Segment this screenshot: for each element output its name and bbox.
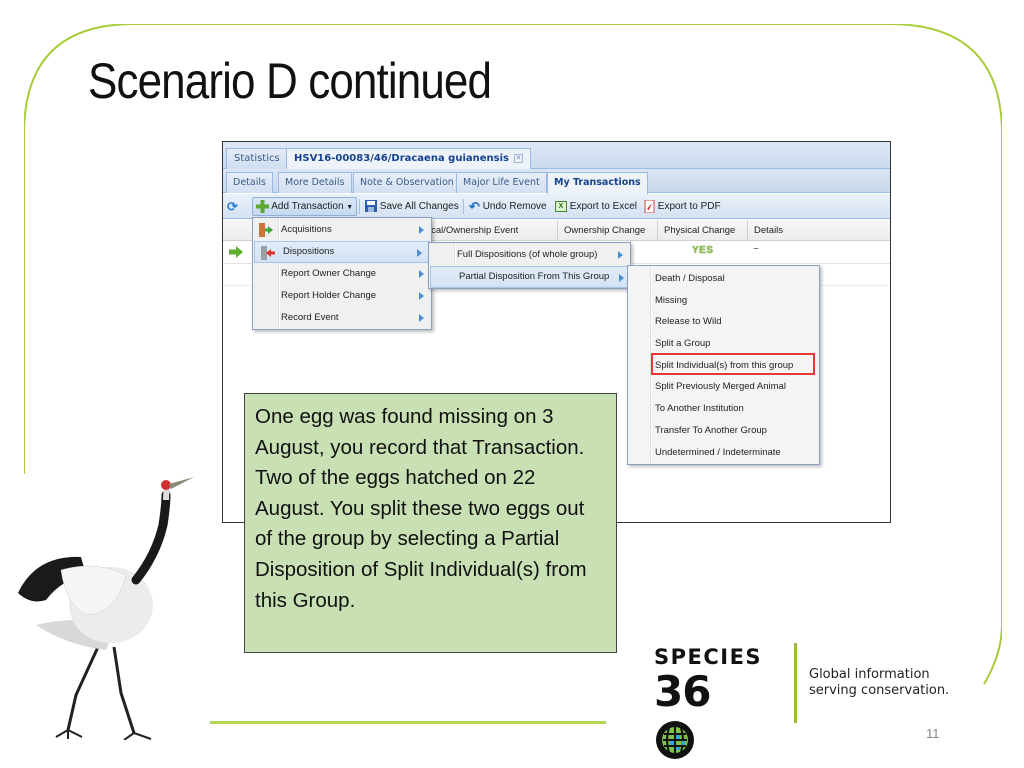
add-transaction-menu: Acquisitions Dispositions Report Owner C… xyxy=(252,217,432,330)
disposition-door-icon xyxy=(260,246,275,260)
top-tab-bar: Statistics HSV16-00083/46/Dracaena guian… xyxy=(223,142,890,170)
menu-item-to-another-institution[interactable]: To Another Institution xyxy=(628,398,819,420)
menu-item-split-previously-merged[interactable]: Split Previously Merged Animal xyxy=(628,376,819,398)
save-all-changes-label: Save All Changes xyxy=(379,201,459,212)
submenu-arrow-icon xyxy=(618,251,623,259)
menu-item-acquisitions[interactable]: Acquisitions xyxy=(253,219,431,241)
add-transaction-button[interactable]: Add Transaction ▼ xyxy=(252,197,358,216)
submenu-arrow-icon xyxy=(419,314,424,322)
undo-remove-button[interactable]: ↶ Undo Remove xyxy=(469,198,547,215)
logo-number: 36 xyxy=(654,667,711,716)
menu-item-report-holder-change[interactable]: Report Holder Change xyxy=(253,285,431,307)
chevron-down-icon: ▼ xyxy=(346,204,354,211)
toolbar-separator xyxy=(359,199,360,214)
logo-360: 36 xyxy=(654,667,711,767)
menu-item-label: Record Event xyxy=(281,312,339,323)
menu-item-missing[interactable]: Missing xyxy=(628,290,819,312)
menu-item-report-owner-change[interactable]: Report Owner Change xyxy=(253,263,431,285)
menu-item-label: Acquisitions xyxy=(281,224,332,235)
logo-wordmark: SPECIES xyxy=(654,645,763,669)
export-pdf-button[interactable]: Export to PDF xyxy=(644,198,721,215)
column-header-physical-change[interactable]: Physical Change xyxy=(657,220,747,241)
refresh-icon: ⟳ xyxy=(227,199,238,214)
menu-item-label: Partial Disposition From This Group xyxy=(459,271,610,282)
column-header-ownership-change[interactable]: Ownership Change xyxy=(557,220,657,241)
tab-major-life-event[interactable]: Major Life Event xyxy=(456,172,547,193)
save-icon xyxy=(365,200,377,213)
highlight-box xyxy=(651,353,815,375)
tab-record[interactable]: HSV16-00083/46/Dracaena guianensis ✕ xyxy=(286,148,531,170)
tab-more-details[interactable]: More Details xyxy=(278,172,352,193)
page-number: 11 xyxy=(926,726,940,741)
menu-item-full-dispositions[interactable]: Full Dispositions (of whole group) xyxy=(429,244,630,266)
save-all-changes-button[interactable]: Save All Changes xyxy=(365,198,459,215)
tab-details[interactable]: Details xyxy=(226,172,273,193)
export-excel-button[interactable]: X Export to Excel xyxy=(555,198,637,215)
toolbar-separator xyxy=(463,199,464,214)
details-value: ~ xyxy=(753,244,759,255)
bottom-rule xyxy=(210,721,606,724)
slide-title: Scenario D continued xyxy=(88,53,492,109)
pdf-icon xyxy=(644,199,655,214)
acquisition-door-icon xyxy=(258,223,273,237)
undo-icon: ↶ xyxy=(469,199,480,214)
submenu-arrow-icon xyxy=(419,292,424,300)
add-transaction-label: Add Transaction xyxy=(271,201,344,212)
sub-tab-bar: Details More Details Note & Observation … xyxy=(223,169,890,194)
submenu-arrow-icon xyxy=(419,270,424,278)
column-header-physical-ownership-event[interactable]: ical/Ownership Event xyxy=(423,220,557,241)
submenu-arrow-icon xyxy=(417,249,422,257)
grid-header-spacer xyxy=(223,220,247,241)
menu-item-undetermined[interactable]: Undetermined / Indeterminate xyxy=(628,442,819,464)
menu-item-transfer-to-another-group[interactable]: Transfer To Another Group xyxy=(628,420,819,442)
menu-item-label: Report Holder Change xyxy=(281,290,377,301)
menu-item-label: Full Dispositions (of whole group) xyxy=(457,249,598,260)
scenario-callout: One egg was found missing on 3 August, y… xyxy=(244,393,617,653)
column-header-details[interactable]: Details xyxy=(747,220,892,241)
physical-change-value: YES xyxy=(692,245,714,256)
excel-icon: X xyxy=(555,200,567,212)
tagline-line1: Global information xyxy=(809,667,930,682)
logo-divider xyxy=(794,643,797,723)
toolbar: ⟳ Add Transaction ▼ Save All Changes ↶ U… xyxy=(223,194,890,219)
tab-my-transactions[interactable]: My Transactions xyxy=(547,172,648,194)
tagline-line2: serving conservation. xyxy=(809,683,950,698)
refresh-button[interactable]: ⟳ xyxy=(227,198,238,215)
crane-illustration xyxy=(18,477,194,740)
plus-icon xyxy=(256,199,269,213)
menu-item-record-event[interactable]: Record Event xyxy=(253,307,431,329)
tab-label: Statistics xyxy=(234,153,280,164)
tab-label: HSV16-00083/46/Dracaena guianensis xyxy=(294,153,509,164)
submenu-arrow-icon xyxy=(619,274,624,282)
menu-item-label: Dispositions xyxy=(283,246,335,257)
tab-statistics[interactable]: Statistics xyxy=(226,148,288,169)
menu-item-death-disposal[interactable]: Death / Disposal xyxy=(628,268,819,290)
menu-item-dispositions[interactable]: Dispositions xyxy=(254,241,430,263)
submenu-arrow-icon xyxy=(419,226,424,234)
dispositions-submenu: Full Dispositions (of whole group) Parti… xyxy=(428,242,631,289)
logo-tagline: Global information serving conservation. xyxy=(809,667,949,699)
tab-note-observation[interactable]: Note & Observation xyxy=(353,172,461,193)
export-pdf-label: Export to PDF xyxy=(657,201,721,212)
menu-item-release-to-wild[interactable]: Release to Wild xyxy=(628,311,819,333)
close-icon[interactable]: ✕ xyxy=(513,154,523,163)
menu-item-label: Report Owner Change xyxy=(281,268,377,279)
arrow-right-icon xyxy=(229,246,243,261)
menu-item-partial-disposition[interactable]: Partial Disposition From This Group xyxy=(430,266,629,288)
globe-icon xyxy=(656,721,694,759)
partial-disposition-submenu: Death / Disposal Missing Release to Wild… xyxy=(627,265,820,465)
undo-remove-label: Undo Remove xyxy=(482,201,547,213)
export-excel-label: Export to Excel xyxy=(569,201,638,212)
menu-item-split-a-group[interactable]: Split a Group xyxy=(628,333,819,355)
